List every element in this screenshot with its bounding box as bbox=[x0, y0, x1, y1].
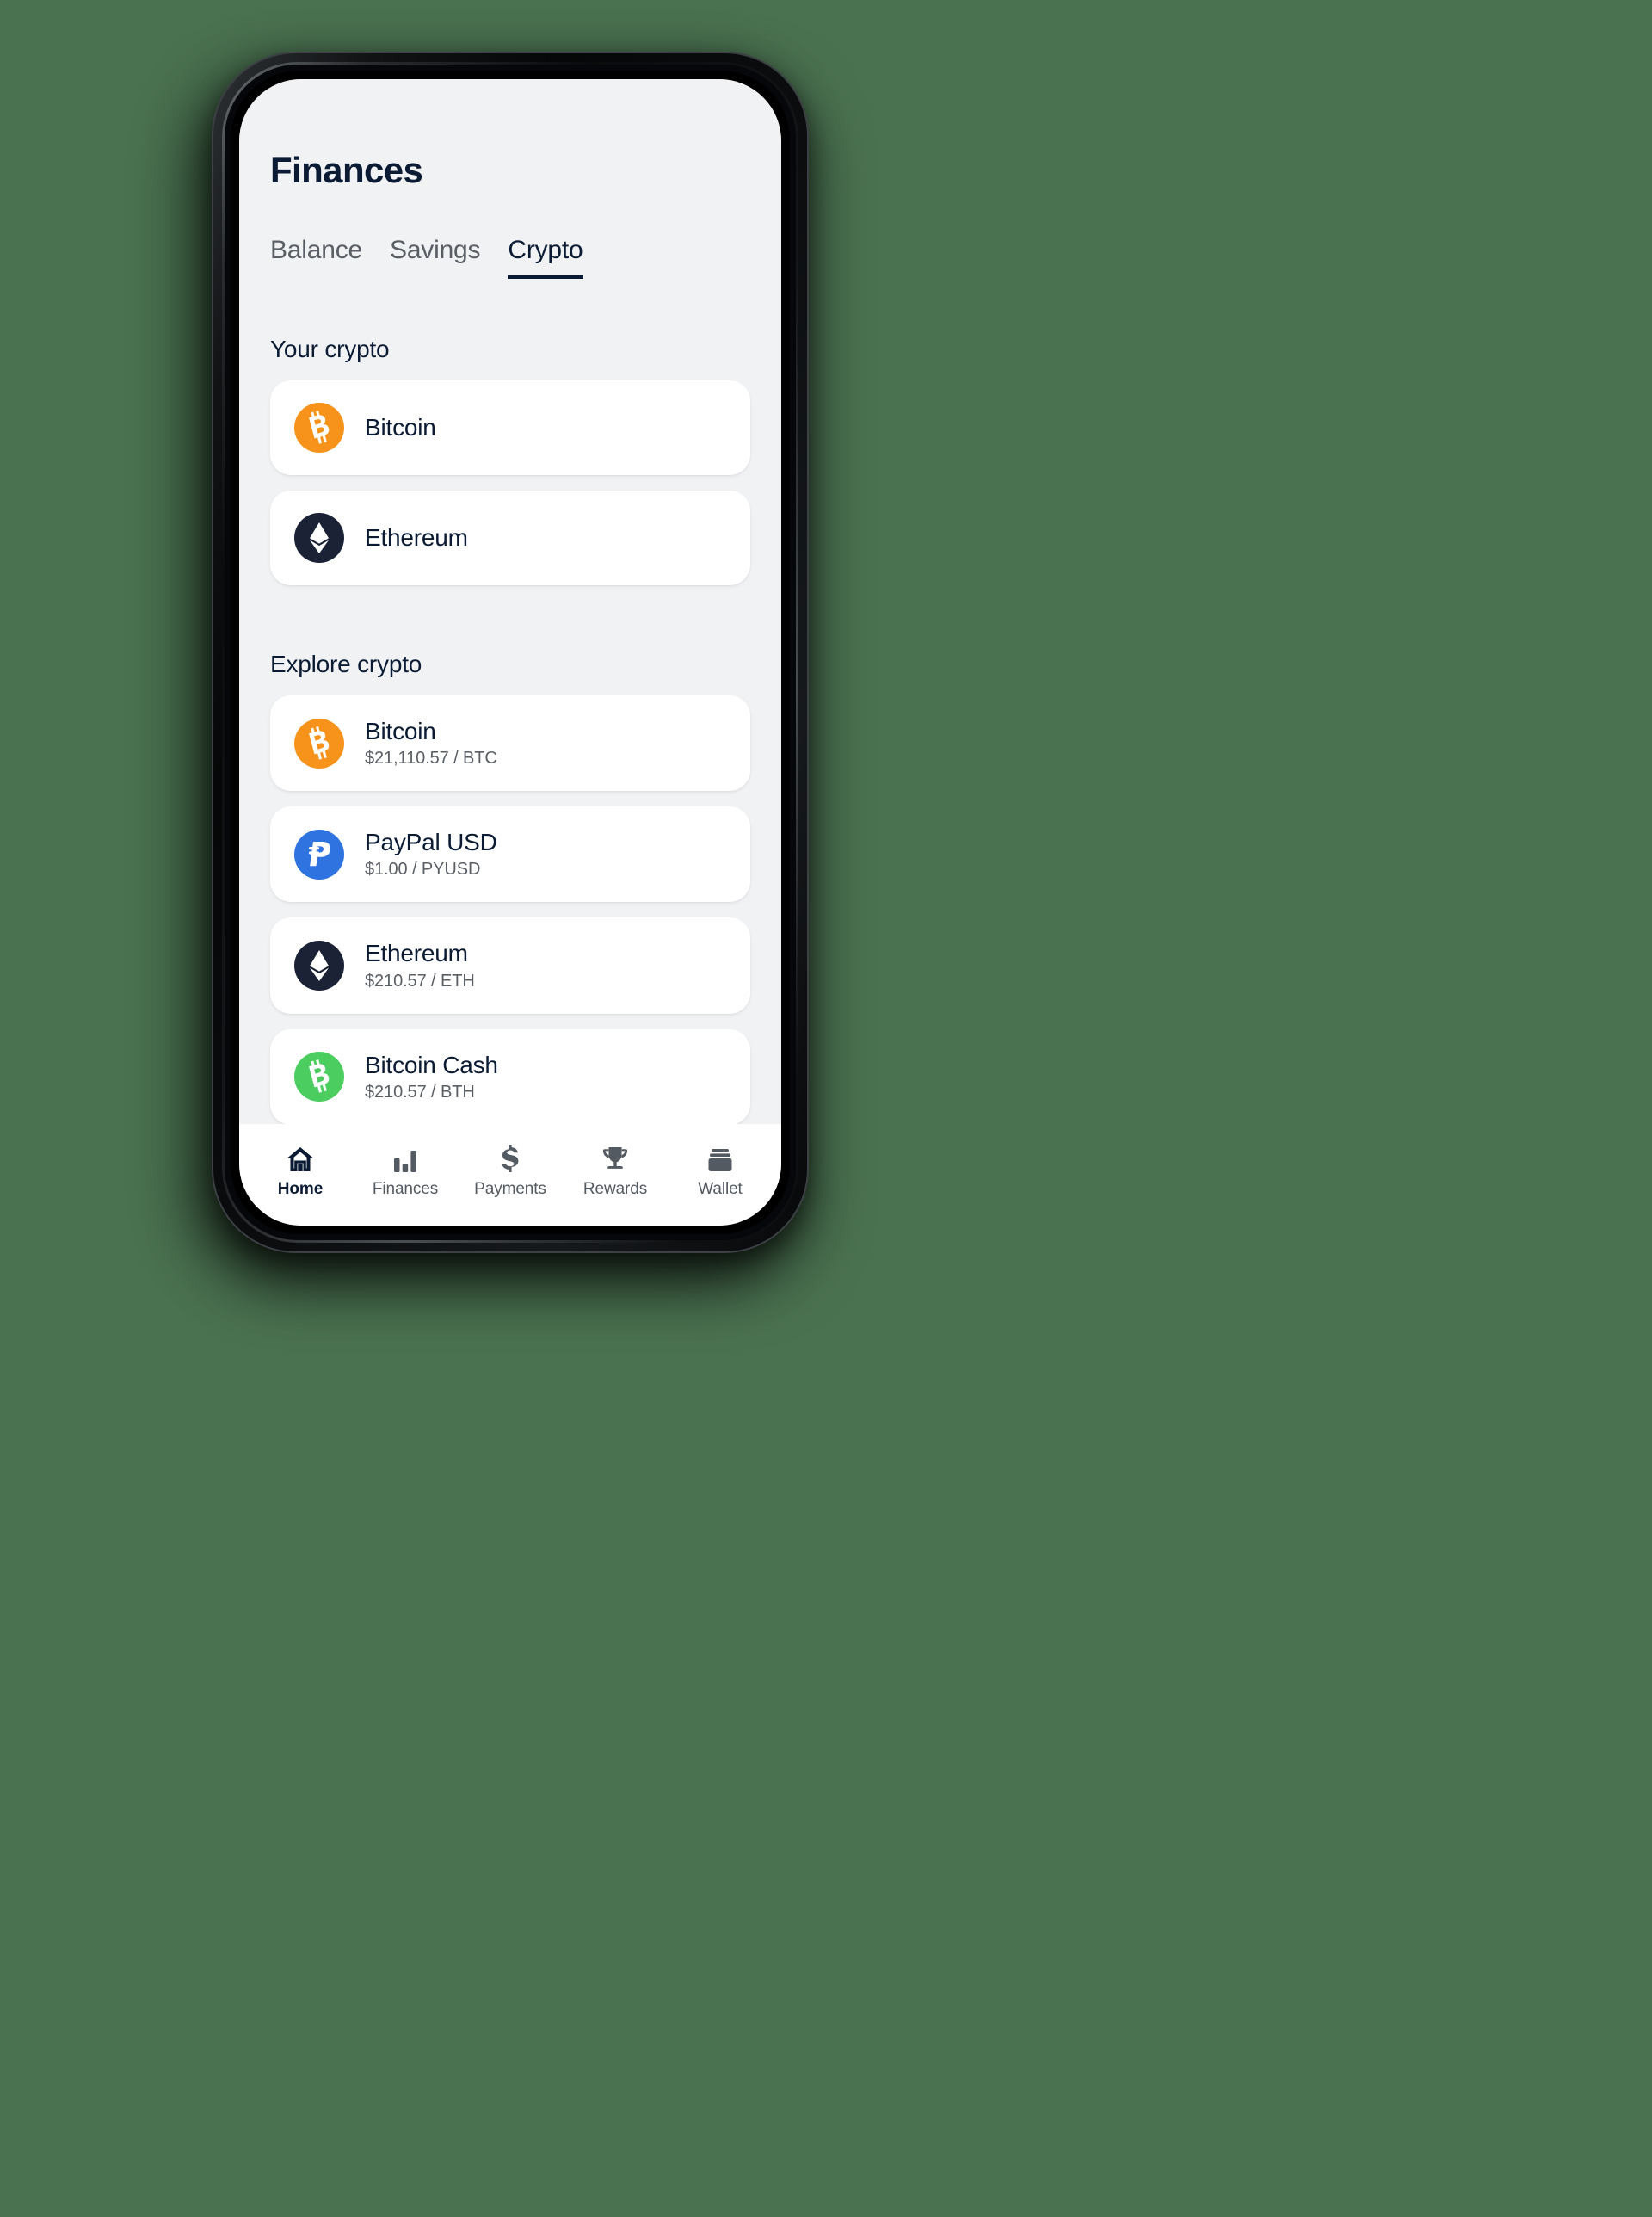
nav-label: Wallet bbox=[698, 1180, 743, 1198]
coin-price: $210.57 / BTH bbox=[365, 1082, 475, 1102]
nav-item-finances[interactable]: Finances bbox=[353, 1143, 458, 1199]
tab-balance[interactable]: Balance bbox=[270, 236, 362, 275]
paypal-usd-icon bbox=[294, 829, 344, 880]
bitcoin-cash-icon bbox=[294, 1052, 344, 1102]
explore-crypto-list: Bitcoin $21,110.57 / BTC PayPal USD $1.0… bbox=[239, 695, 781, 1124]
phone-screen: Finances Balance Savings Crypto Your cry… bbox=[239, 79, 781, 1226]
coin-text: Bitcoin Cash $210.57 / BTH bbox=[365, 1052, 498, 1102]
explore-crypto-item-bitcoin-cash[interactable]: Bitcoin Cash $210.57 / BTH bbox=[270, 1028, 750, 1124]
coin-name: Bitcoin Cash bbox=[365, 1051, 498, 1078]
dollar-icon bbox=[501, 1143, 520, 1172]
your-crypto-item-bitcoin[interactable]: Bitcoin bbox=[270, 380, 750, 475]
nav-item-wallet[interactable]: Wallet bbox=[668, 1143, 773, 1199]
your-crypto-list: Bitcoin Ethereum bbox=[239, 380, 781, 601]
coin-name: Bitcoin bbox=[365, 718, 436, 744]
explore-crypto-heading: Explore crypto bbox=[270, 651, 422, 677]
coin-price: $21,110.57 / BTC bbox=[365, 749, 497, 769]
coin-price: $1.00 / PYUSD bbox=[365, 860, 481, 880]
tab-bar: Balance Savings Crypto bbox=[239, 191, 781, 279]
chart-icon bbox=[392, 1143, 418, 1172]
nav-label: Finances bbox=[372, 1180, 439, 1198]
coin-name: Bitcoin bbox=[365, 413, 436, 441]
stage: Finances Balance Savings Crypto Your cry… bbox=[0, 0, 1652, 2217]
trophy-icon bbox=[601, 1143, 629, 1172]
coin-text: Bitcoin $21,110.57 / BTC bbox=[365, 718, 497, 769]
your-crypto-item-ethereum[interactable]: Ethereum bbox=[270, 491, 750, 585]
tab-crypto[interactable]: Crypto bbox=[508, 236, 583, 279]
explore-crypto-item-bitcoin[interactable]: Bitcoin $21,110.57 / BTC bbox=[270, 695, 750, 792]
coin-name: PayPal USD bbox=[365, 829, 497, 856]
home-icon bbox=[287, 1143, 314, 1172]
page-title: Finances bbox=[270, 150, 423, 190]
scroll-area[interactable]: Finances Balance Savings Crypto Your cry… bbox=[239, 79, 781, 1124]
nav-label: Home bbox=[277, 1180, 324, 1198]
your-crypto-heading: Your crypto bbox=[270, 336, 390, 362]
explore-crypto-item-paypal-usd[interactable]: PayPal USD $1.00 / PYUSD bbox=[270, 806, 750, 903]
wallet-icon bbox=[707, 1143, 733, 1172]
bitcoin-icon bbox=[294, 403, 344, 453]
bitcoin-icon bbox=[294, 718, 344, 769]
nav-label: Payments bbox=[474, 1180, 546, 1198]
coin-text: Ethereum bbox=[365, 524, 468, 552]
coin-text: Bitcoin bbox=[365, 414, 436, 442]
explore-crypto-item-ethereum[interactable]: Ethereum $210.57 / ETH bbox=[270, 917, 750, 1014]
nav-item-rewards[interactable]: Rewards bbox=[563, 1143, 668, 1199]
coin-price: $210.57 / ETH bbox=[365, 971, 475, 991]
coin-name: Ethereum bbox=[365, 523, 468, 551]
tab-savings[interactable]: Savings bbox=[390, 236, 481, 275]
coin-name: Ethereum bbox=[365, 940, 468, 967]
nav-item-home[interactable]: Home bbox=[248, 1143, 353, 1199]
coin-text: PayPal USD $1.00 / PYUSD bbox=[365, 829, 497, 880]
coin-text: Ethereum $210.57 / ETH bbox=[365, 940, 475, 991]
nav-item-payments[interactable]: Payments bbox=[458, 1143, 563, 1199]
bottom-navigation: Home Finances Payments Rewards Wallet bbox=[239, 1124, 781, 1226]
ethereum-icon bbox=[294, 513, 344, 563]
nav-label: Rewards bbox=[583, 1180, 648, 1198]
ethereum-icon bbox=[294, 940, 344, 991]
